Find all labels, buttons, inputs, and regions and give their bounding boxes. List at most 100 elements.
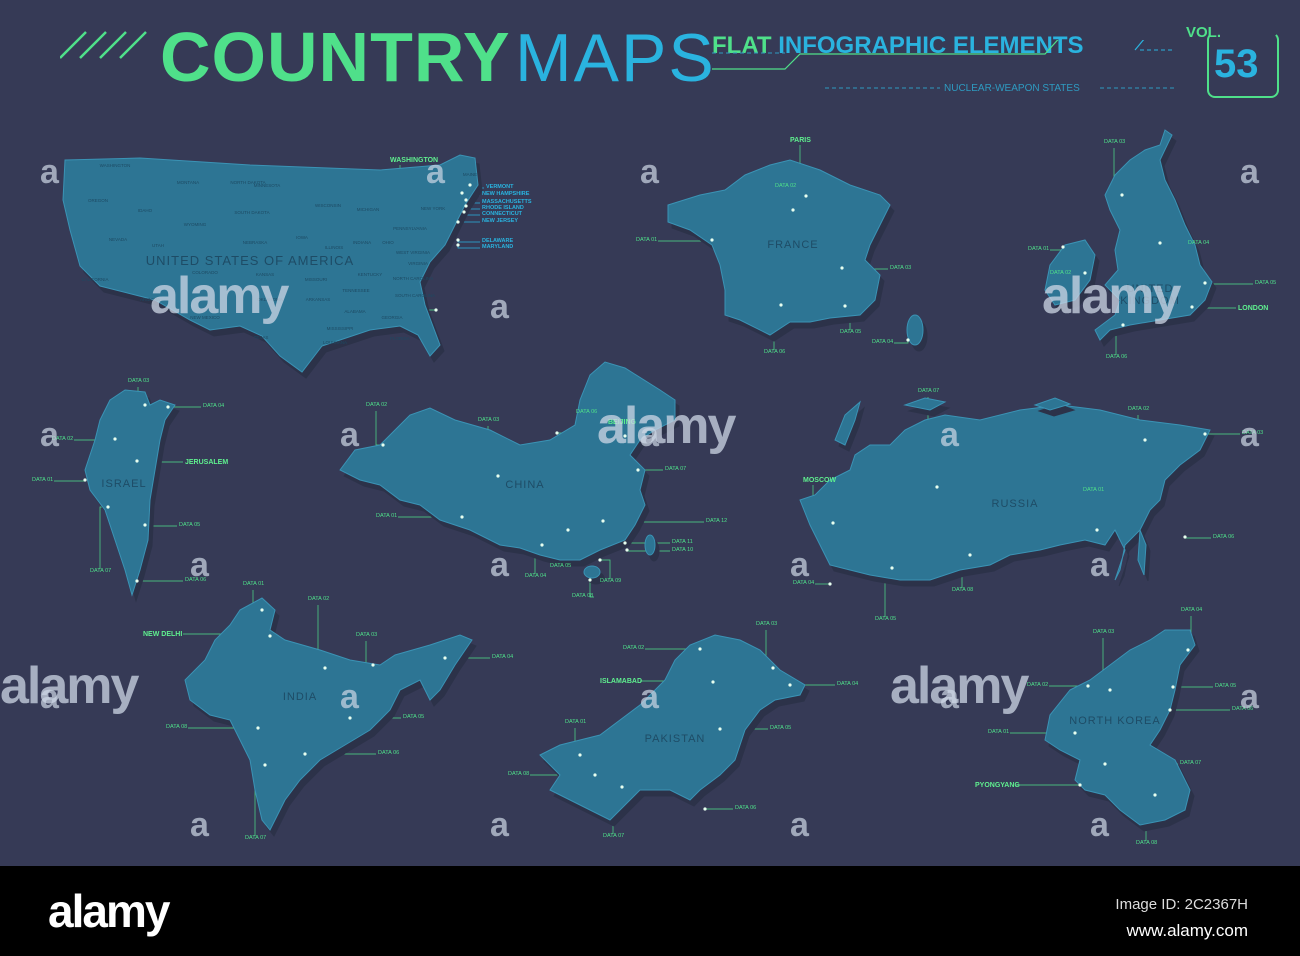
location-dot-icon [703, 807, 707, 811]
location-dot-icon [1108, 688, 1112, 692]
location-dot-icon [268, 634, 272, 638]
location-dot-icon [828, 582, 832, 586]
capital-label: LONDON [1238, 305, 1269, 312]
data-callout-label: DATA 07 [603, 833, 625, 839]
country-name-north-korea: NORTH KOREA [1069, 715, 1161, 727]
location-dot-icon [593, 773, 597, 777]
data-callout-label: DATA 05 [403, 714, 425, 720]
watermark-mark: a [490, 546, 509, 584]
map-north-korea [1044, 629, 1196, 826]
watermark: alamy [0, 657, 139, 715]
data-callout-label: DATA 08 [508, 771, 530, 777]
country-name-russia: RUSSIA [991, 498, 1039, 510]
state-label: MAINE [462, 172, 478, 177]
data-callout-label: DATA 06 [378, 750, 400, 756]
data-callout-label: DATA 04 [492, 654, 514, 660]
data-callout-label: DATA 06 [764, 349, 786, 355]
state-label: WASHINGTON [99, 163, 131, 168]
state-label: SOUTH CAROLINA [394, 293, 436, 298]
data-callout-label: DATA 05 [179, 522, 201, 528]
state-label: OHIO [382, 240, 394, 245]
state-label: NEW YORK [420, 206, 446, 211]
data-callout-label: DATA 02 [623, 645, 645, 651]
data-callout-label: DATA 04 [837, 681, 859, 687]
map-india [184, 597, 473, 831]
callout-leader-line [457, 240, 480, 243]
state-label: ILLINOIS [324, 245, 344, 250]
location-dot-icon [843, 304, 847, 308]
location-dot-icon [464, 198, 468, 202]
state-label: SOUTH DAKOTA [234, 210, 270, 215]
data-callout-label: DATA 07 [918, 388, 940, 394]
data-callout-label: DATA 04 [525, 573, 547, 579]
state-label: NEBRASKA [242, 240, 268, 245]
watermark-mark: a [640, 678, 659, 716]
callout-leader-line [463, 212, 480, 216]
capital-label: PARIS [790, 137, 811, 144]
country-name-pakistan: PAKISTAN [644, 733, 706, 745]
callout-leader-line [144, 525, 177, 527]
data-callout-label: DATA 01 [988, 729, 1010, 735]
watermark-mark: a [790, 546, 809, 584]
location-dot-icon [788, 683, 792, 687]
watermark-mark: a [1240, 416, 1259, 454]
location-dot-icon [566, 528, 570, 532]
callout-leader-line [600, 559, 611, 579]
capital-label: ISLAMABAD [600, 678, 642, 685]
map-israel [84, 389, 176, 597]
map-china [339, 361, 676, 561]
watermark-mark: a [490, 806, 509, 844]
data-callout-label: DATA 01 [1028, 246, 1050, 252]
location-dot-icon [371, 663, 375, 667]
location-dot-icon [348, 716, 352, 720]
state-label: NEVADA [108, 237, 128, 242]
state-label: MISSISSIPPI [326, 326, 354, 331]
data-callout-label: DATA 05 [875, 616, 897, 622]
location-dot-icon [601, 519, 605, 523]
country-name-china: CHINA [505, 479, 545, 491]
data-callout-label: DATA 07 [665, 466, 687, 472]
image-id: Image ID: 2C2367H [1115, 896, 1248, 913]
watermark-mark: a [940, 678, 959, 716]
state-label: CALIFORNIA [81, 277, 109, 282]
location-dot-icon [1171, 685, 1175, 689]
data-callout-label: DATA 03 [356, 632, 378, 638]
data-callout-label: DATA 03 [128, 378, 150, 384]
data-callout-label: DATA 07 [90, 568, 112, 574]
data-callout-label: DATA 04 [872, 339, 894, 345]
callout-leader-line [375, 411, 383, 446]
watermark-mark: a [190, 806, 209, 844]
location-dot-icon [968, 553, 972, 557]
location-dot-icon [771, 666, 775, 670]
location-dot-icon [1186, 648, 1190, 652]
state-label: OREGON [87, 198, 109, 203]
callout-leader-line [1191, 307, 1236, 309]
location-dot-icon [460, 191, 464, 195]
state-label: WYOMING [183, 222, 207, 227]
location-dot-icon [303, 752, 307, 756]
location-dot-icon [456, 220, 460, 224]
location-dot-icon [1190, 305, 1194, 309]
location-dot-icon [1103, 762, 1107, 766]
data-callout-label: DATA 03 [478, 417, 500, 423]
capital-label: JERUSALEM [185, 459, 229, 466]
state-label: WEST VIRGINIA [396, 250, 430, 255]
watermark-mark: a [1090, 806, 1109, 844]
capital-label: NEW DELHI [143, 631, 183, 638]
state-label: IDAHO [137, 208, 153, 213]
location-dot-icon [462, 210, 466, 214]
state-label: IOWA [296, 235, 308, 240]
data-callout-label: DATA 04 [1181, 607, 1203, 613]
location-dot-icon [256, 726, 260, 730]
footer-url: www.alamy.com [1126, 921, 1248, 940]
watermark-mark: a [340, 416, 359, 454]
data-callout-label: DATA 10 [672, 547, 694, 553]
data-callout-label: DATA 06 [1106, 354, 1128, 360]
watermark-mark: a [490, 288, 509, 326]
location-dot-icon [434, 308, 438, 312]
watermark-mark: a [640, 416, 659, 454]
location-dot-icon [260, 608, 264, 612]
callout-leader-line [658, 240, 713, 242]
map-hainan [583, 565, 601, 579]
location-dot-icon [1073, 731, 1077, 735]
